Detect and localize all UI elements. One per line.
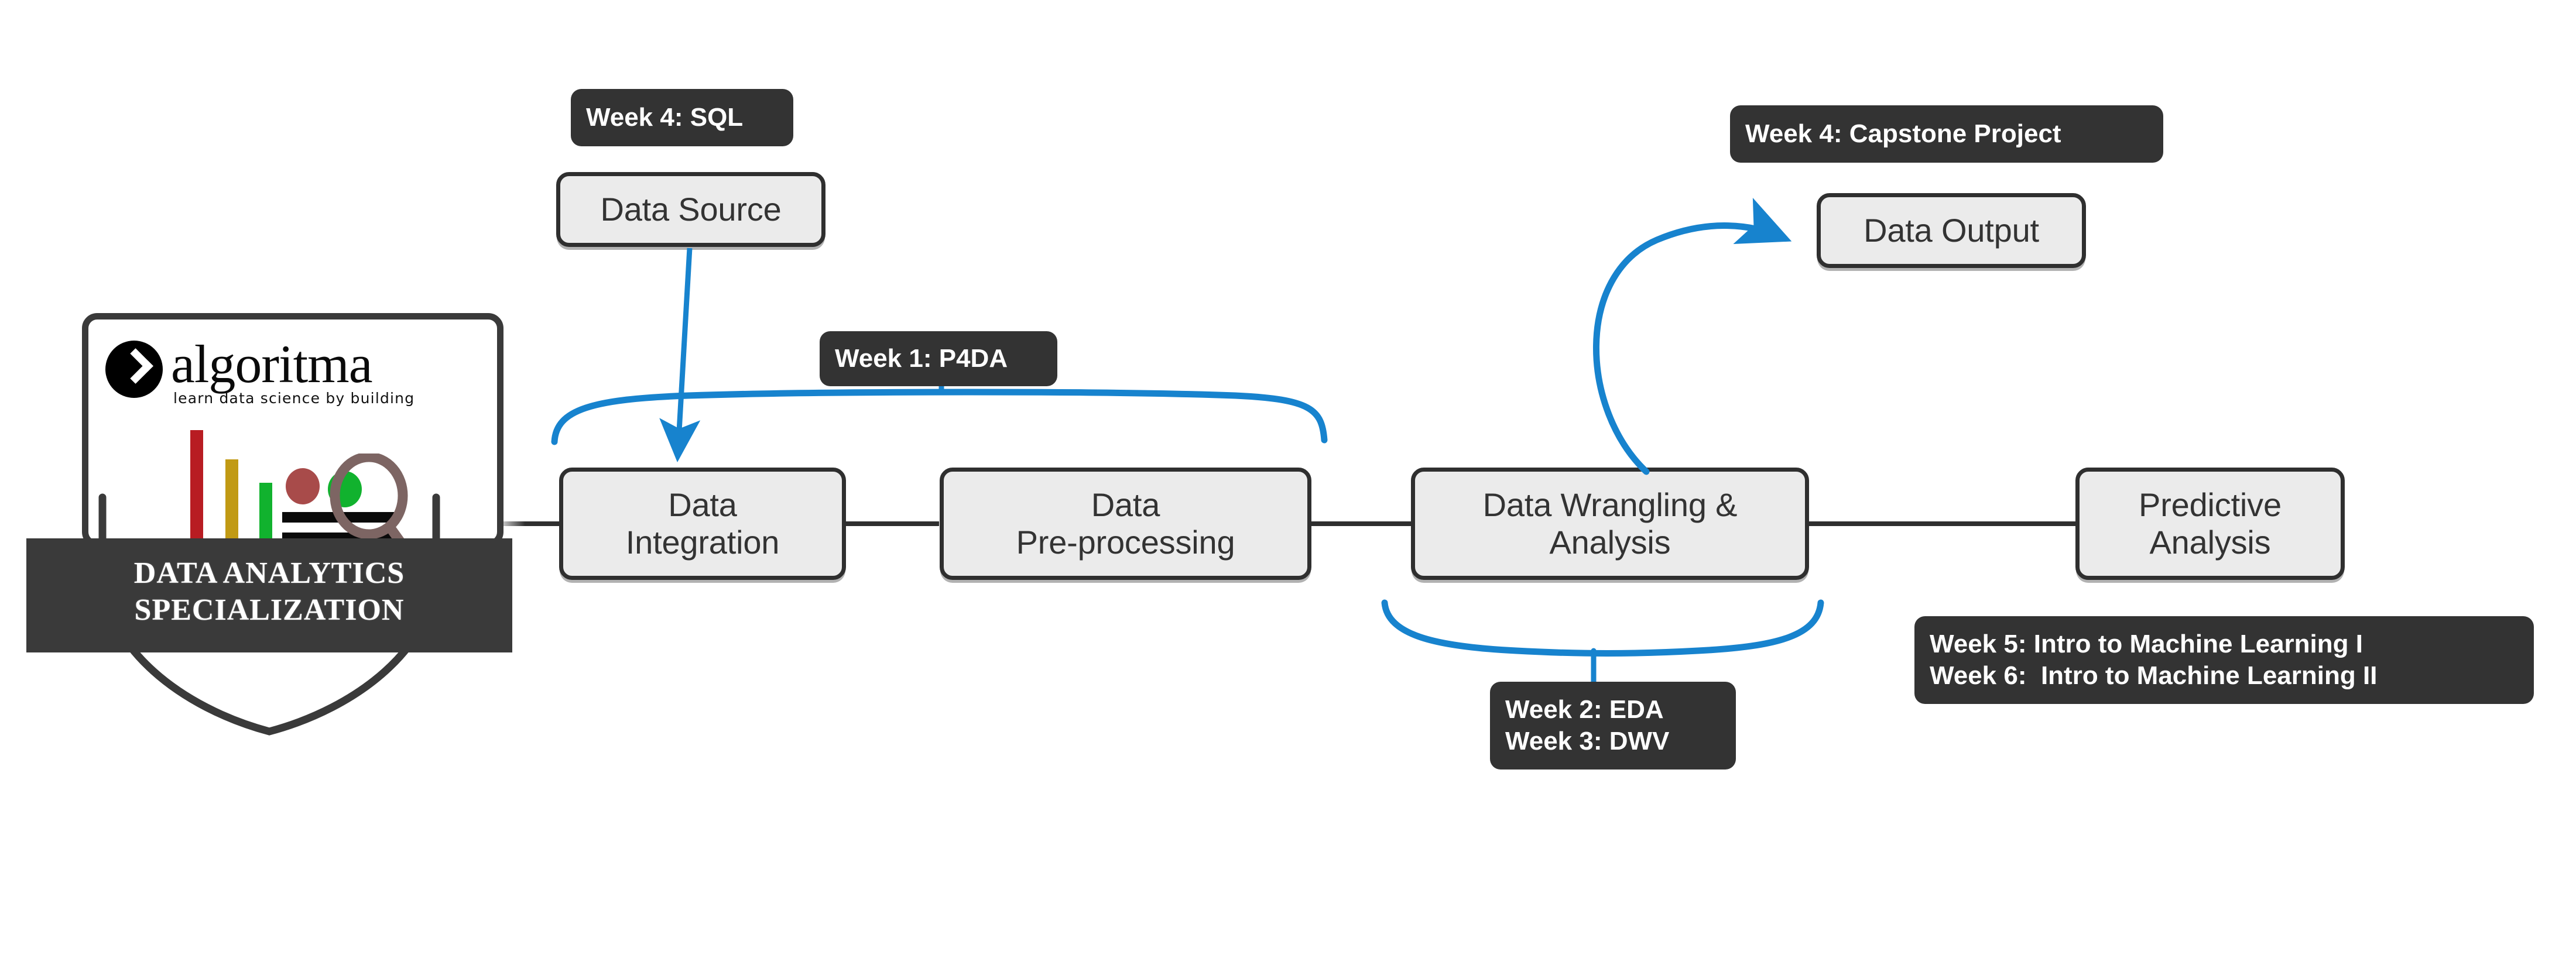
arrow-wrangling-to-output <box>1593 197 1792 475</box>
label-week6-ml2-text: Week 6: Intro to Machine Learning II <box>1930 661 2378 690</box>
arrow-source-to-integration <box>659 248 701 462</box>
blue-arrow-layer <box>659 197 1792 475</box>
label-week23: Week 2: EDA Week 3: DWV <box>1490 682 1736 770</box>
label-week1-p4da-text: Week 1: P4DA <box>835 344 1008 373</box>
label-week56-ml: Week 5: Intro to Machine Learning I Week… <box>1914 616 2534 704</box>
label-week1-p4da: Week 1: P4DA <box>820 331 1057 386</box>
diagram-canvas: algoritma learn data science by building… <box>0 0 2576 955</box>
label-week4-capstone: Week 4: Capstone Project <box>1730 105 2163 163</box>
label-week3-dwv-text: Week 3: DWV <box>1505 727 1670 755</box>
label-week5-ml1-text: Week 5: Intro to Machine Learning I <box>1930 630 2363 659</box>
label-week4-capstone-text: Week 4: Capstone Project <box>1745 119 2061 149</box>
label-week4-sql-text: Week 4: SQL <box>586 103 744 132</box>
label-week2-eda-text: Week 2: EDA <box>1505 695 1664 724</box>
label-week4-sql: Week 4: SQL <box>571 89 793 146</box>
